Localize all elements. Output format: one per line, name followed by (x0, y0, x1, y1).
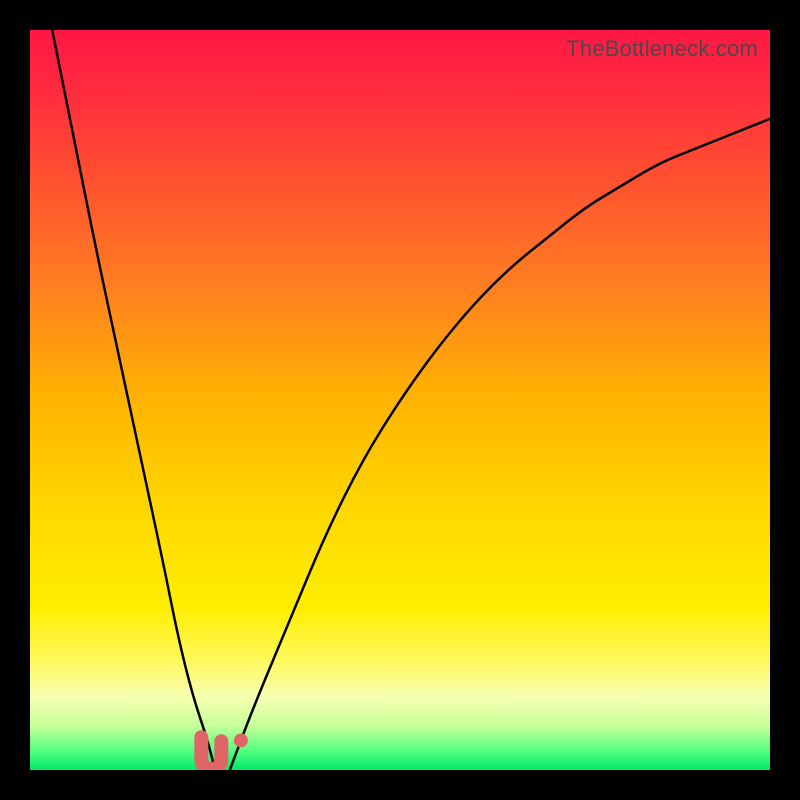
outer-frame: TheBottleneck.com (0, 0, 800, 800)
watermark-text: TheBottleneck.com (566, 36, 758, 62)
trough-markers (201, 733, 248, 769)
plot-area: TheBottleneck.com (30, 30, 770, 770)
left-branch-path (52, 30, 215, 770)
curve-layer (30, 30, 770, 770)
trough-marker-right (234, 733, 248, 747)
right-branch-path (230, 119, 770, 770)
